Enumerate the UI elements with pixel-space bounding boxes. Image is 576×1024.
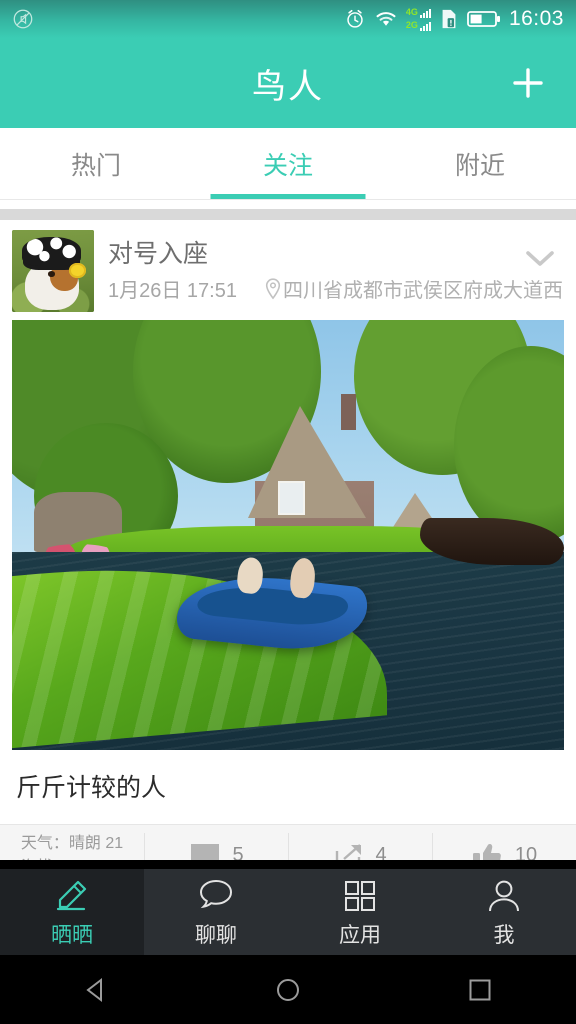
chat-bubble-icon [199, 879, 233, 908]
post-environment-info: 天气：晴朗 21 海拔：506.0m [0, 825, 144, 860]
wifi-icon [374, 9, 398, 29]
phone-screen: 4G 2G 16:03 鸟人 热门 关注 附近 对号入座 1月26日 17:51… [0, 0, 576, 1024]
card-gap [0, 209, 576, 220]
bottom-tab-share-label: 晒晒 [51, 923, 93, 947]
avatar[interactable] [12, 230, 94, 312]
post-header-text: 对号入座 1月26日 17:51 四川省成都市武侯区府成大道西 [108, 239, 564, 303]
square-recents-icon [469, 979, 491, 1000]
page-title: 鸟人 [252, 67, 324, 106]
app-header: 鸟人 [0, 38, 576, 128]
comment-button[interactable]: 5 [144, 825, 288, 860]
circle-home-icon [277, 978, 299, 1001]
post-stats: 天气：晴朗 21 海拔：506.0m 5 4 [0, 824, 576, 860]
tab-hot[interactable]: 热门 [0, 128, 192, 199]
triangle-back-icon [86, 977, 102, 1002]
tab-nearby-label: 附近 [454, 151, 505, 180]
feed-list[interactable]: 对号入座 1月26日 17:51 四川省成都市武侯区府成大道西 斤斤计较的人 天… [0, 200, 576, 860]
share-count: 4 [375, 844, 387, 860]
expand-post-button[interactable] [520, 246, 560, 272]
post-photo[interactable] [12, 320, 564, 750]
photo-window [278, 481, 305, 515]
thumbs-up-icon [472, 843, 501, 860]
bottom-tab-me-label: 我 [493, 923, 515, 947]
bottom-tab-chat-label: 聊聊 [195, 923, 237, 947]
avatar-eye [48, 271, 56, 277]
tab-nearby[interactable]: 附近 [384, 128, 576, 199]
comment-bubble-icon [191, 843, 220, 860]
sim-card-alert-icon [439, 8, 459, 30]
like-count: 10 [514, 844, 538, 860]
status-bar-clock: 16:03 [508, 7, 564, 30]
chevron-down-icon [526, 251, 554, 266]
alarm-clock-icon [344, 8, 366, 30]
feed-tabs: 热门 关注 附近 [0, 128, 576, 200]
post-header: 对号入座 1月26日 17:51 四川省成都市武侯区府成大道西 [0, 220, 576, 320]
bottom-tab-me[interactable]: 我 [432, 869, 576, 955]
share-button[interactable]: 4 [288, 825, 432, 860]
altitude-text: 海拔：506.0m [21, 856, 123, 861]
person-icon [489, 880, 519, 911]
location-pin-icon [265, 278, 281, 300]
battery-icon [467, 10, 501, 28]
bottom-navigation: 晒晒 聊聊 应用 我 [0, 869, 576, 955]
weather-text: 天气：晴朗 21 [20, 835, 124, 853]
plus-icon [513, 68, 543, 98]
bottom-tab-apps[interactable]: 应用 [288, 869, 432, 955]
pencil-icon [56, 880, 87, 910]
post-timestamp: 1月26日 17:51 [108, 280, 237, 303]
post-title[interactable]: 斤斤计较的人 [0, 750, 576, 824]
android-navigation-bar [0, 955, 576, 1024]
status-bar-right: 4G 2G 16:03 [344, 7, 564, 31]
post-meta: 1月26日 17:51 四川省成都市武侯区府成大道西 [108, 274, 564, 303]
post-location[interactable]: 四川省成都市武侯区府成大道西 [263, 274, 563, 303]
post-card: 对号入座 1月26日 17:51 四川省成都市武侯区府成大道西 斤斤计较的人 天… [0, 220, 576, 860]
share-icon [336, 843, 362, 860]
android-back-button[interactable] [48, 955, 144, 1024]
comment-count: 5 [232, 844, 244, 860]
tab-following[interactable]: 关注 [192, 128, 384, 199]
photo-canoe-interior [195, 581, 349, 630]
signal-2g-label: 2G [405, 20, 418, 30]
post-location-text: 四川省成都市武侯区府成大道西 [282, 280, 563, 303]
like-button[interactable]: 10 [432, 825, 576, 860]
mute-icon [12, 8, 34, 30]
weather-block: 天气：晴朗 21 海拔：506.0m [21, 832, 123, 860]
post-username[interactable]: 对号入座 [108, 239, 564, 270]
android-recents-button[interactable] [432, 955, 528, 1024]
bottom-tab-chat[interactable]: 聊聊 [144, 869, 288, 955]
previous-card-peek [0, 200, 576, 209]
bottom-tab-share[interactable]: 晒晒 [0, 869, 144, 955]
avatar-flower [69, 262, 86, 278]
signal-4g-label: 4G [405, 7, 418, 17]
add-post-button[interactable] [506, 61, 550, 105]
tab-hot-label: 热门 [70, 151, 121, 180]
status-bar-left [12, 8, 34, 30]
status-bar: 4G 2G 16:03 [0, 0, 576, 38]
android-home-button[interactable] [240, 955, 336, 1024]
avatar-polka-hat [21, 236, 81, 267]
photo-thatched-roof [248, 406, 367, 518]
tab-following-label: 关注 [262, 151, 313, 180]
dual-signal-icon: 4G 2G [406, 7, 431, 31]
grid-icon [345, 880, 375, 911]
bottom-tab-apps-label: 应用 [339, 923, 381, 947]
